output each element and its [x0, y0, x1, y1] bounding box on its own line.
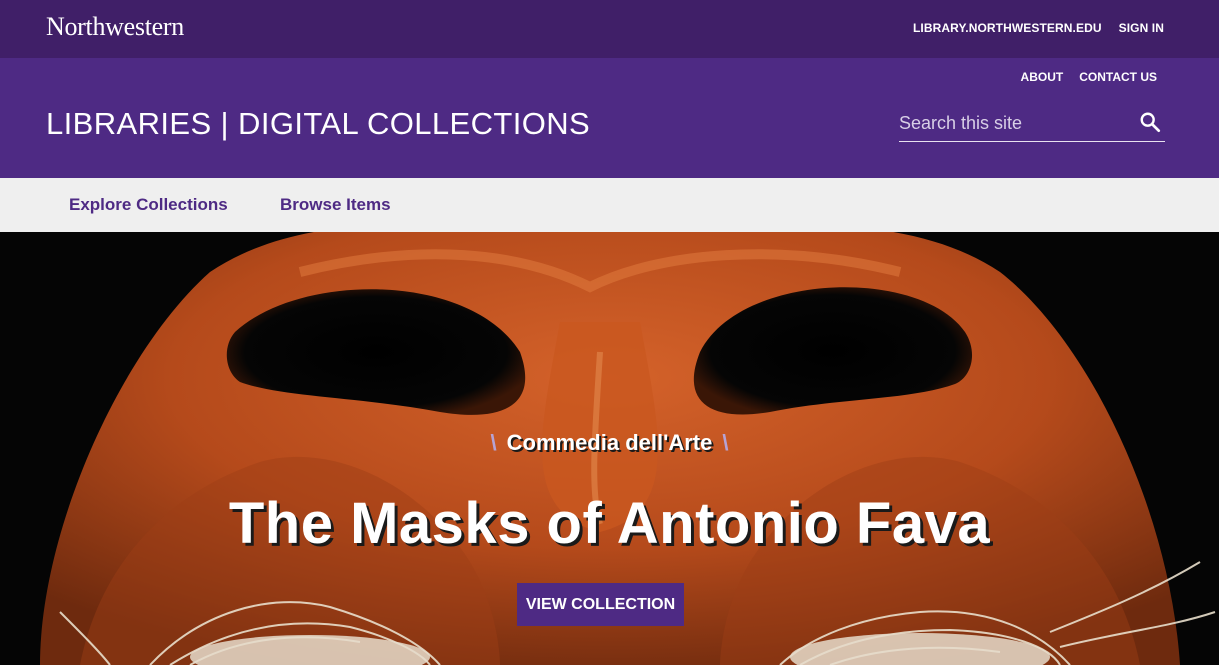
about-link[interactable]: ABOUT: [1021, 70, 1064, 84]
hero-banner: \ Commedia dell'Arte \ The Masks of Antoni…: [0, 232, 1219, 665]
hero-title: The Masks of Antonio Fava: [228, 491, 991, 556]
nav-explore-collections[interactable]: Explore Collections: [69, 195, 228, 215]
search-bar: [899, 104, 1165, 142]
utility-nav: LIBRARY.NORTHWESTERN.EDU SIGN IN: [913, 21, 1164, 35]
nav-browse-items[interactable]: Browse Items: [280, 195, 391, 215]
search-icon: [1140, 112, 1161, 132]
northwestern-logo[interactable]: Northwestern: [46, 12, 184, 42]
site-header: ABOUT CONTACT US LIBRARIES | DIGITAL COL…: [0, 58, 1219, 178]
slash-left-icon: \: [490, 430, 497, 455]
search-input[interactable]: [899, 110, 1129, 136]
hero-eyebrow-text: Commedia dell'Arte: [506, 430, 713, 455]
contact-us-link[interactable]: CONTACT US: [1079, 70, 1157, 84]
top-bar: Northwestern LIBRARY.NORTHWESTERN.EDU SI…: [0, 0, 1219, 58]
slash-right-icon: \: [722, 430, 729, 455]
secondary-nav: ABOUT CONTACT US: [1021, 70, 1157, 84]
site-title[interactable]: LIBRARIES | DIGITAL COLLECTIONS: [46, 106, 590, 142]
sign-in-link[interactable]: SIGN IN: [1119, 21, 1164, 35]
search-button[interactable]: [1137, 110, 1163, 136]
main-nav: Explore Collections Browse Items: [0, 178, 1219, 232]
library-site-link[interactable]: LIBRARY.NORTHWESTERN.EDU: [913, 21, 1102, 35]
view-collection-button[interactable]: VIEW COLLECTION: [517, 583, 684, 626]
hero-eyebrow: \ Commedia dell'Arte \: [0, 430, 1219, 456]
